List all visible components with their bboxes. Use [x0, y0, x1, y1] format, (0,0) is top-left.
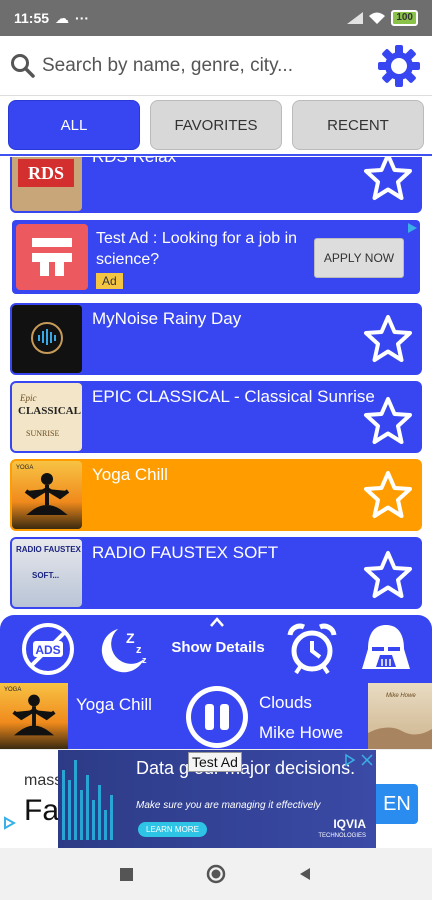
- thumb-label: SUNRISE: [26, 429, 60, 438]
- status-bar: 11:55 ☁ ··· 100: [0, 0, 432, 36]
- pause-button[interactable]: [186, 686, 248, 748]
- back-button[interactable]: [298, 867, 312, 881]
- filter-tabs: ALL FAVORITES RECENT: [0, 96, 432, 156]
- brand-tagline: TECHNOLOGIES: [318, 833, 366, 839]
- sleep-timer-icon[interactable]: Z z z: [96, 621, 152, 677]
- system-navigation-bar: [0, 848, 432, 900]
- apply-now-button[interactable]: APPLY NOW: [314, 238, 404, 278]
- favorite-star-icon[interactable]: [362, 395, 414, 447]
- wifi-icon: [369, 12, 386, 24]
- favorite-star-icon[interactable]: [362, 157, 414, 203]
- station-name: RADIO FAUSTEX SOFT: [92, 543, 279, 562]
- show-details-button[interactable]: Show Details: [168, 639, 268, 656]
- remove-ads-icon[interactable]: ADS: [20, 621, 76, 677]
- station-thumbnail: YOGA: [12, 461, 82, 529]
- banner-headline: Data g our major decisions.: [136, 758, 356, 778]
- mynoise-logo: [31, 322, 63, 354]
- list-ad-card[interactable]: Test Ad : Looking for a job in science? …: [12, 220, 420, 294]
- test-ad-label: Test Ad: [188, 752, 242, 772]
- station-name: MyNoise Rainy Day: [92, 309, 242, 328]
- favorite-star-icon[interactable]: [362, 469, 414, 521]
- ad-choices-icon[interactable]: [2, 816, 16, 830]
- app-root: 11:55 ☁ ··· 100 Search by name, genre, c…: [0, 0, 432, 900]
- ad-badge: Ad: [96, 273, 123, 289]
- favorite-star-icon[interactable]: [362, 549, 414, 601]
- search-input[interactable]: [42, 54, 376, 77]
- ads-label: ADS: [35, 643, 60, 657]
- banner-left-heading: Fa: [24, 794, 60, 827]
- thumb-label: CLASSICAL: [18, 405, 81, 417]
- chevron-up-icon[interactable]: [210, 617, 224, 627]
- status-time: 11:55: [14, 10, 50, 26]
- data-bars-graphic: [62, 760, 113, 840]
- now-playing-track: Clouds: [259, 693, 312, 712]
- station-name: RDS Relax: [92, 157, 176, 167]
- svg-text:Z: Z: [126, 630, 135, 646]
- station-row[interactable]: RADIO FAUSTEX SOFT... RADIO FAUSTEX SOFT: [10, 537, 422, 609]
- station-thumbnail: Epic CLASSICAL SUNRISE: [12, 383, 82, 451]
- station-row[interactable]: MyNoise Rainy Day: [10, 303, 422, 375]
- settings-gear-icon[interactable]: [376, 43, 422, 89]
- tab-all[interactable]: ALL: [8, 100, 140, 150]
- now-playing-artist: Mike Howe: [259, 723, 344, 742]
- brand-name: IQVIA: [333, 817, 366, 831]
- ad-choices-icon[interactable]: [406, 222, 418, 234]
- station-name: EPIC CLASSICAL - Classical Sunrise: [92, 387, 375, 406]
- now-playing-thumbnail: YOGA: [0, 683, 68, 749]
- alarm-clock-icon[interactable]: [284, 621, 340, 677]
- ad-choices-close-icon[interactable]: [344, 753, 374, 767]
- banner-ad[interactable]: mass Fa Data g our major decisions. Make…: [0, 749, 432, 848]
- tab-favorites[interactable]: FAVORITES: [150, 100, 282, 150]
- meditating-figure-icon: [24, 473, 70, 515]
- thumb-label: RADIO FAUSTEX: [16, 545, 81, 554]
- rds-logo: RDS: [18, 159, 74, 187]
- search-bar: [0, 36, 432, 96]
- player-controls-bar: ADS Z z z Show Details: [0, 615, 432, 683]
- brand-logo: IQVIA TECHNOLOGIES: [318, 818, 366, 842]
- thumb-label: SOFT...: [32, 571, 60, 580]
- station-row[interactable]: RDS RDS Relax: [10, 157, 422, 213]
- learn-more-button[interactable]: LEARN MORE: [138, 822, 207, 837]
- station-name: Yoga Chill: [92, 465, 168, 484]
- station-thumbnail: RADIO FAUSTEX SOFT...: [12, 539, 82, 607]
- signal-icon: [347, 12, 364, 24]
- search-icon[interactable]: [10, 53, 36, 79]
- station-list[interactable]: RDS RDS Relax Test Ad : Looking for a jo…: [0, 157, 432, 615]
- thumb-label: Epic: [20, 393, 37, 403]
- home-button[interactable]: [206, 864, 226, 884]
- ad-text-block: Test Ad : Looking for a job in science? …: [96, 228, 316, 291]
- svg-text:z: z: [142, 655, 147, 665]
- favorite-star-icon[interactable]: [362, 313, 414, 365]
- station-thumbnail: [12, 305, 82, 373]
- meditating-figure-icon: [12, 694, 56, 736]
- tab-recent[interactable]: RECENT: [292, 100, 424, 150]
- now-playing-station: Yoga Chill: [76, 695, 152, 714]
- banner-cta-button[interactable]: EN: [376, 784, 418, 824]
- recent-apps-button[interactable]: [120, 868, 133, 881]
- station-row[interactable]: Epic CLASSICAL SUNRISE EPIC CLASSICAL - …: [10, 381, 422, 453]
- station-row-playing[interactable]: YOGA Yoga Chill: [10, 459, 422, 531]
- station-thumbnail: RDS: [12, 157, 82, 211]
- darth-vader-helmet-icon[interactable]: [358, 621, 414, 677]
- ad-headline: Test Ad : Looking for a job in science?: [96, 230, 298, 268]
- ad-logo-icon: [16, 224, 88, 290]
- battery-icon: 100: [391, 10, 418, 26]
- banner-left-text: mass: [24, 772, 63, 789]
- more-notifications-icon: ···: [75, 10, 90, 26]
- cloud-icon: ☁: [55, 9, 70, 26]
- banner-subtext: Make sure you are managing it effectivel…: [136, 800, 321, 811]
- pause-icon: [191, 691, 243, 743]
- album-art: Mike Howe: [368, 683, 432, 749]
- album-art-landscape: [368, 727, 432, 749]
